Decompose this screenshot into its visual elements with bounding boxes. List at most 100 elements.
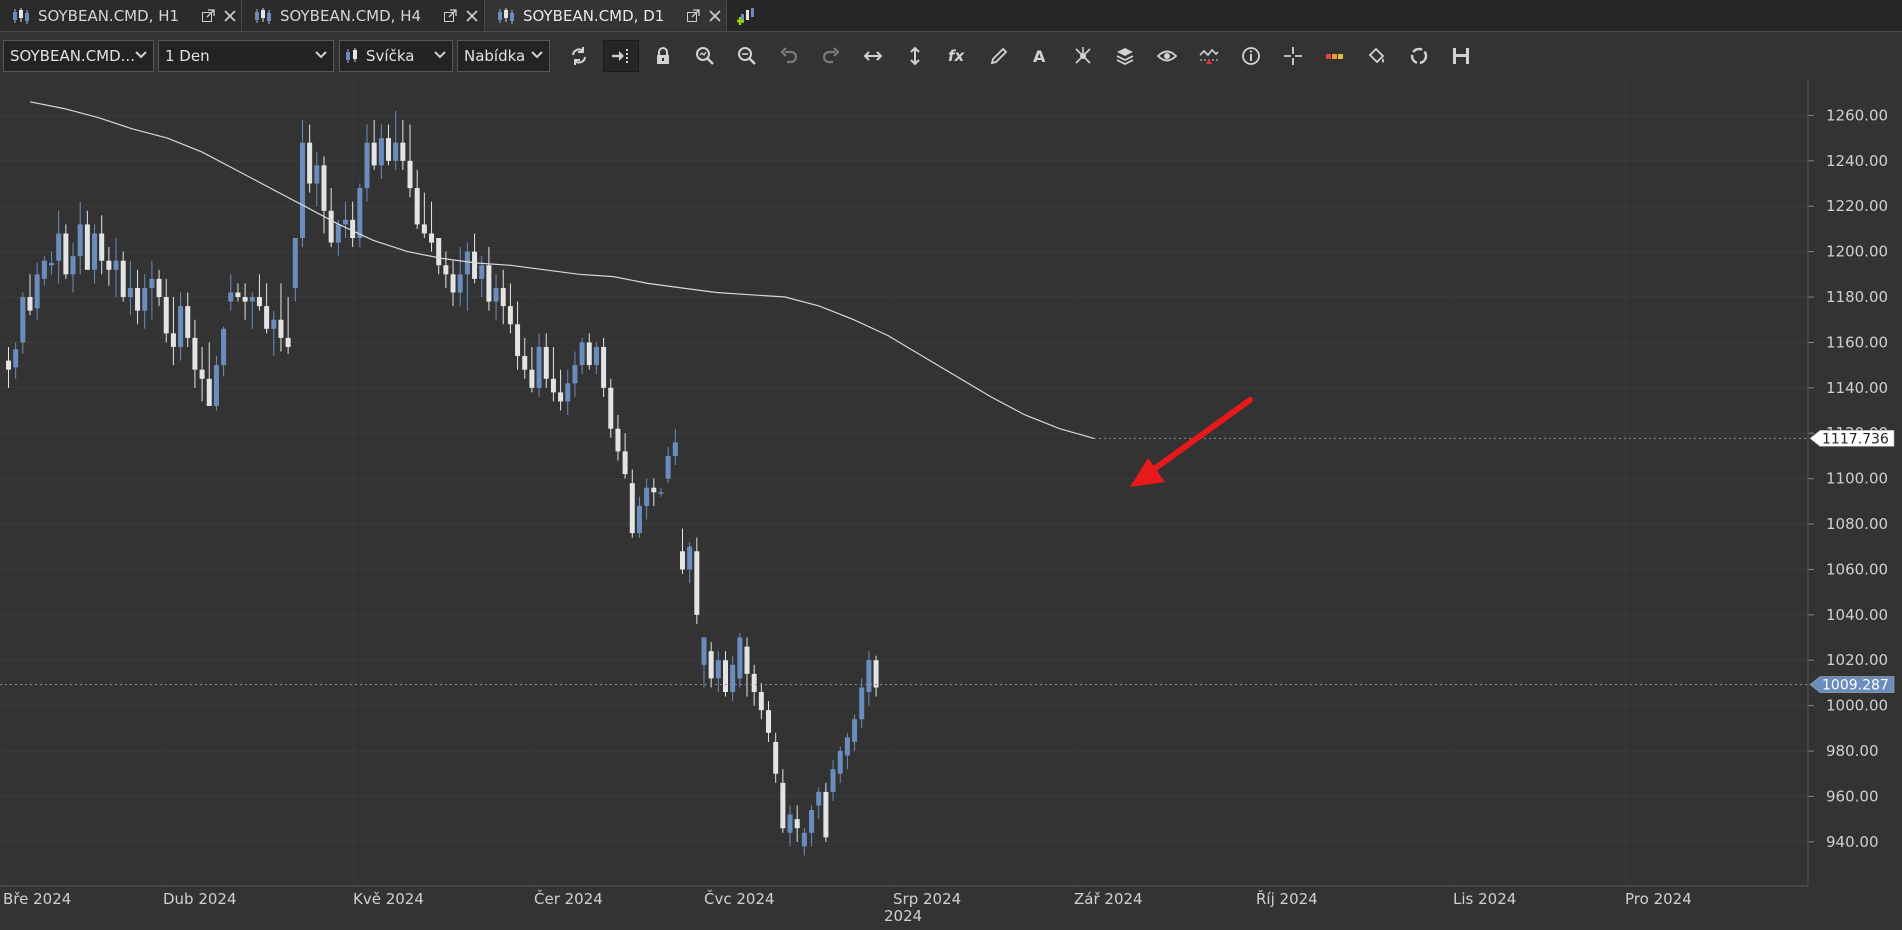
zoom-out-button[interactable] <box>729 40 765 72</box>
draw-pencil-icon <box>990 47 1008 65</box>
signal-icon <box>1199 48 1219 64</box>
close-icon[interactable] <box>223 7 237 25</box>
candle-body <box>228 292 234 302</box>
save-button[interactable] <box>1443 40 1479 72</box>
svg-text:A: A <box>1033 47 1046 66</box>
lock-button[interactable] <box>645 40 681 72</box>
candle-body <box>256 297 262 307</box>
candle-body <box>443 265 449 275</box>
candle-body <box>472 251 478 279</box>
candle-body <box>63 233 69 275</box>
paint-bucket-button[interactable] <box>1359 40 1395 72</box>
autoscroll-button[interactable] <box>603 40 639 72</box>
candle-body <box>507 306 513 325</box>
candle-body <box>34 274 40 309</box>
time-axis-label: Kvě 2024 <box>353 890 424 908</box>
redo-button[interactable] <box>813 40 849 72</box>
tab-1[interactable]: SOYBEAN.CMD, H1 <box>0 0 242 31</box>
candle-body <box>644 487 650 506</box>
sync-button[interactable] <box>1401 40 1437 72</box>
candle-body <box>500 287 506 307</box>
candle-body <box>766 710 772 733</box>
candle-body <box>56 233 62 261</box>
time-axis-label: Srp 2024 <box>893 890 961 908</box>
zoom-in-icon <box>696 47 714 65</box>
current-price-label: 1009.287 <box>1822 678 1889 694</box>
undo-button[interactable] <box>771 40 807 72</box>
candle-body <box>873 660 879 688</box>
price-axis-label: 940.00 <box>1826 833 1879 851</box>
time-axis-label: Čvc 2024 <box>704 889 775 908</box>
new-chart-tab-button[interactable] <box>727 0 769 31</box>
symbol-select[interactable]: SOYBEAN.CMD... <box>3 40 154 72</box>
layers-icon <box>1116 48 1134 66</box>
tab-2[interactable]: SOYBEAN.CMD, H4 <box>242 0 485 31</box>
candle-body <box>479 265 485 279</box>
popout-icon[interactable] <box>686 7 700 25</box>
candle-body <box>715 660 721 679</box>
candle-body <box>27 297 33 311</box>
price-chart[interactable]: 1260.00 1240.00 1220.00 1200.00 1180.00 1160.… <box>0 80 1902 926</box>
candle-body <box>249 297 255 302</box>
eye-button[interactable] <box>1149 40 1185 72</box>
signal-button[interactable] <box>1191 40 1227 72</box>
layers-button[interactable] <box>1107 40 1143 72</box>
save-icon <box>1453 48 1469 64</box>
price-axis-label: 1080.00 <box>1826 515 1888 533</box>
hub-button[interactable] <box>1065 40 1101 72</box>
vertical-scale-button[interactable] <box>897 40 933 72</box>
price-chart-canvas[interactable]: 1260.00 1240.00 1220.00 1200.00 1180.00 1160.… <box>0 80 1902 926</box>
color-bar-button[interactable] <box>1317 40 1353 72</box>
candle-body <box>206 378 212 406</box>
candle-body <box>364 142 370 189</box>
candle-body <box>314 165 320 184</box>
candle-body <box>751 673 757 693</box>
candle-body <box>84 224 90 270</box>
time-axis-label: Dub 2024 <box>163 890 237 908</box>
candle-body <box>421 224 427 234</box>
symbol-select-value: SOYBEAN.CMD... <box>10 47 135 65</box>
paint-bucket-icon <box>1368 47 1385 64</box>
zoom-in-button[interactable] <box>687 40 723 72</box>
chart-type-select[interactable]: Svíčka <box>339 40 453 72</box>
autoscroll-icon <box>612 49 628 63</box>
tab-label: SOYBEAN.CMD, D1 <box>523 6 665 25</box>
candle-body <box>593 346 599 366</box>
candle-body <box>844 737 850 756</box>
candle-body <box>493 287 499 302</box>
candle-body <box>723 660 728 693</box>
candle-body <box>615 428 621 452</box>
price-side-select[interactable]: Nabídka <box>457 40 550 72</box>
horizontal-scale-button[interactable] <box>855 40 891 72</box>
price-axis-label: 1160.00 <box>1826 333 1888 351</box>
refresh-button[interactable] <box>561 40 597 72</box>
close-icon[interactable] <box>708 7 722 25</box>
candle-body <box>687 546 693 570</box>
crosshair-icon <box>1284 47 1302 65</box>
candle-body <box>515 324 521 357</box>
tab-3[interactable]: SOYBEAN.CMD, D1 <box>485 0 727 31</box>
timeframe-select[interactable]: 1 Den <box>158 40 334 72</box>
info-button[interactable] <box>1233 40 1269 72</box>
candle-body <box>572 365 578 384</box>
candle-body <box>429 233 435 243</box>
time-axis-label: Zář 2024 <box>1074 890 1143 908</box>
candle-body <box>536 346 542 388</box>
popout-icon[interactable] <box>201 7 215 25</box>
crosshair-button[interactable] <box>1275 40 1311 72</box>
draw-pencil-button[interactable] <box>981 40 1017 72</box>
candle-body <box>522 356 528 370</box>
candle-body <box>213 365 219 406</box>
candle-body <box>278 319 284 338</box>
close-icon[interactable] <box>465 7 479 25</box>
time-axis-label: Říj 2024 <box>1256 889 1318 908</box>
candle-body <box>730 664 736 693</box>
candle-body <box>529 369 535 388</box>
indicators-fx-button[interactable]: fx <box>939 40 975 72</box>
candle-body <box>292 238 298 288</box>
candle-body <box>773 741 779 774</box>
timeframe-select-value: 1 Den <box>165 47 210 65</box>
text-tool-button[interactable]: A <box>1023 40 1059 72</box>
popout-icon[interactable] <box>443 7 457 25</box>
candle-body <box>242 297 248 302</box>
